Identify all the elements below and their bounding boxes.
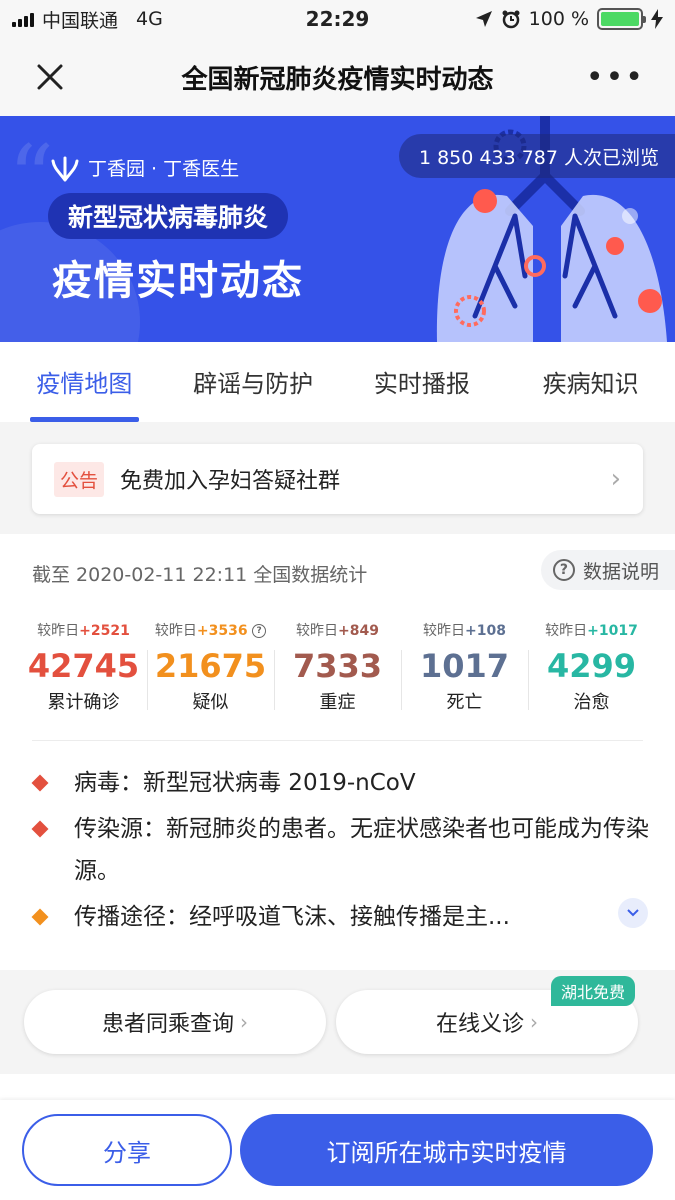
metric-delta: +849 — [338, 623, 379, 639]
metrics-row: 较昨日+2521 42745 累计确诊 较昨日+3536 ? 21675 疑似 … — [20, 620, 655, 714]
tab-live-news[interactable]: 实时播报 — [338, 342, 507, 422]
co-passenger-query-button[interactable]: 患者同乘查询 › — [24, 990, 326, 1054]
nav-bar: 全国新冠肺炎疫情实时动态 ••• — [0, 38, 675, 116]
hubei-free-badge: 湖北免费 — [550, 976, 635, 1006]
close-icon[interactable] — [30, 57, 70, 97]
notice-text: 免费加入孕妇答疑社群 — [120, 469, 341, 494]
diamond-bullet-icon — [31, 908, 49, 926]
alarm-icon — [502, 10, 520, 29]
more-icon[interactable]: ••• — [586, 60, 645, 95]
metric-value: 21675 — [154, 647, 267, 685]
metric-confirmed: 较昨日+2521 42745 累计确诊 — [20, 620, 147, 714]
delta-prefix: 较昨日 — [545, 623, 588, 639]
battery-icon — [597, 8, 646, 30]
metric-delta: +108 — [465, 623, 506, 639]
fact-item: 病毒：新型冠状病毒 2019-nCoV — [30, 762, 650, 804]
location-icon — [475, 11, 492, 27]
metric-delta: +2521 — [79, 623, 130, 639]
diamond-bullet-icon — [31, 774, 49, 792]
tab-rumors-protection[interactable]: 辟谣与防护 — [169, 342, 338, 422]
banner-subtitle: 新型冠状病毒肺炎 — [48, 193, 289, 239]
page-title: 全国新冠肺炎疫情实时动态 — [181, 64, 494, 95]
fact-item: 传播途径：经呼吸道飞沫、接触传播是主... — [30, 896, 650, 938]
hero-banner: “ 1 850 433 787 人次已浏览 丁香园 · 丁香医生 新型冠状病毒肺… — [0, 116, 675, 342]
chevron-right-icon: › — [530, 1010, 538, 1034]
tab-disease-knowledge[interactable]: 疾病知识 — [506, 342, 675, 422]
chevron-down-icon[interactable] — [618, 898, 648, 928]
notice-tag: 公告 — [54, 461, 105, 497]
metric-suspected: 较昨日+3536 ? 21675 疑似 — [147, 620, 274, 714]
tab-bar: 疫情地图 辟谣与防护 实时播报 疾病知识 — [0, 342, 675, 422]
metric-recovered: 较昨日+1017 4299 治愈 — [528, 620, 655, 714]
bottom-bar: 分享 订阅所在城市实时疫情 — [0, 1100, 675, 1200]
banner-title: 疫情实时动态 — [52, 258, 304, 304]
battery-percent: 100 % — [528, 8, 589, 30]
delta-prefix: 较昨日 — [296, 623, 339, 639]
online-consult-label: 在线义诊 — [435, 1012, 524, 1037]
metric-value: 1017 — [419, 647, 510, 685]
data-explain-label: 数据说明 — [582, 560, 659, 583]
chevron-right-icon: › — [240, 1010, 248, 1034]
fact-text: 传染源：新冠肺炎的患者。无症状感染者也可能成为传染源。 — [74, 816, 649, 884]
charging-icon — [651, 9, 663, 29]
view-count: 1 850 433 787 人次已浏览 — [398, 134, 675, 178]
metric-value: 7333 — [292, 647, 383, 685]
brand-logo: 丁香园 · 丁香医生 — [50, 152, 239, 182]
divider — [32, 740, 643, 741]
facts-list: 病毒：新型冠状病毒 2019-nCoV 传染源：新冠肺炎的患者。无症状感染者也可… — [30, 762, 650, 942]
flower-logo-icon — [51, 156, 79, 182]
notice-banner[interactable]: 公告 免费加入孕妇答疑社群 › — [32, 444, 643, 514]
question-icon: ? — [552, 559, 575, 581]
co-passenger-query-label: 患者同乘查询 — [101, 1012, 234, 1037]
metric-value: 4299 — [546, 647, 637, 685]
delta-prefix: 较昨日 — [37, 623, 80, 639]
tab-epidemic-map[interactable]: 疫情地图 — [0, 342, 169, 422]
delta-prefix: 较昨日 — [423, 623, 466, 639]
metric-label: 疑似 — [192, 692, 229, 713]
status-bar: 中国联通 4G 22:29 100 % — [0, 0, 675, 38]
metric-label: 累计确诊 — [47, 692, 120, 713]
chevron-right-icon: › — [610, 464, 621, 494]
metric-label: 死亡 — [446, 692, 483, 713]
metric-label: 治愈 — [573, 692, 610, 713]
data-explain-button[interactable]: ? 数据说明 — [540, 550, 675, 590]
metric-severe: 较昨日+849 7333 重症 — [274, 620, 401, 714]
subscribe-city-button[interactable]: 订阅所在城市实时疫情 — [240, 1114, 653, 1186]
stats-card: 截至 2020-02-11 22:11 全国数据统计 ? 数据说明 较昨日+25… — [0, 534, 675, 970]
stats-timestamp: 截至 2020-02-11 22:11 全国数据统计 — [32, 564, 368, 586]
metric-value: 42745 — [27, 647, 140, 685]
question-icon[interactable]: ? — [252, 624, 267, 638]
share-button[interactable]: 分享 — [22, 1114, 232, 1186]
delta-prefix: 较昨日 — [154, 623, 197, 639]
metric-delta: +3536 — [196, 623, 248, 639]
diamond-bullet-icon — [31, 820, 49, 838]
fact-text: 传播途径：经呼吸道飞沫、接触传播是主... — [74, 904, 510, 930]
metric-deaths: 较昨日+108 1017 死亡 — [401, 620, 528, 714]
brand-name: 丁香园 · 丁香医生 — [88, 157, 240, 180]
metric-delta: +1017 — [587, 623, 638, 639]
fact-text: 病毒：新型冠状病毒 2019-nCoV — [74, 770, 416, 796]
fact-item: 传染源：新冠肺炎的患者。无症状感染者也可能成为传染源。 — [30, 808, 650, 892]
metric-label: 重症 — [319, 692, 356, 713]
